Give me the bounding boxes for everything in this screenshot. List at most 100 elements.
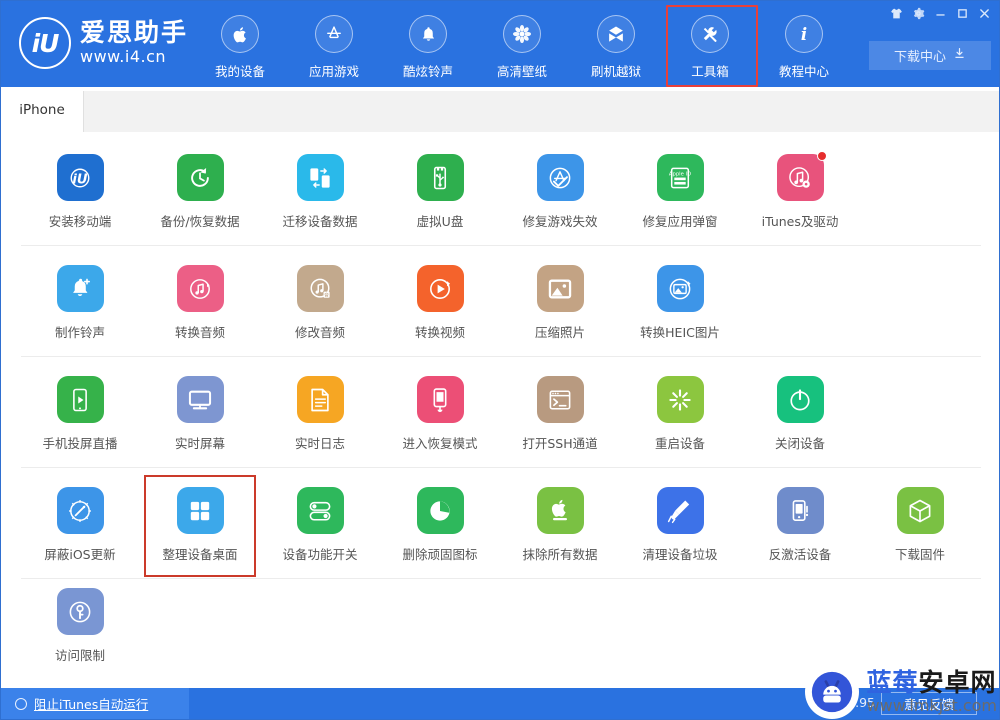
heic-convert-icon	[656, 265, 704, 312]
tool-label: 屏蔽iOS更新	[44, 547, 116, 562]
nav-item-label: 酷炫铃声	[402, 64, 453, 79]
svg-text:Apple ID: Apple ID	[669, 171, 691, 177]
settings-gear-icon[interactable]	[907, 3, 929, 23]
info-icon: i	[785, 15, 823, 53]
itunes-gear-icon	[776, 151, 827, 201]
brand-logo-mark: iU	[31, 28, 60, 58]
nav-item-4[interactable]: 刷机越狱	[569, 11, 663, 81]
brand-logo-icon: iU	[19, 17, 71, 69]
block-itunes-toggle[interactable]: 阻止iTunes自动运行	[1, 688, 189, 719]
svg-text:i: i	[801, 25, 807, 44]
nav-item-5[interactable]: 工具箱	[663, 5, 758, 87]
feedback-label: 意见反馈	[903, 697, 954, 712]
tool-label: 实时日志	[294, 436, 345, 451]
firmware-box-icon	[896, 487, 944, 534]
tool-label: 实时屏幕	[174, 436, 225, 451]
nav-item-1[interactable]: 应用游戏	[287, 11, 381, 81]
tool-label: 制作铃声	[54, 325, 105, 340]
download-center-button[interactable]: 下载中心	[869, 41, 991, 70]
tool-cell[interactable]: 修复游戏失效	[510, 154, 610, 246]
tool-label: 迁移设备数据	[282, 214, 358, 229]
nav-item-6[interactable]: i 教程中心	[757, 11, 851, 81]
log-doc-icon	[296, 376, 344, 423]
tool-label: 修复应用弹窗	[642, 214, 718, 229]
tool-label: 压缩照片	[534, 325, 585, 340]
nav-item-label: 工具箱	[691, 64, 729, 79]
window-controls	[885, 3, 995, 23]
nav-item-label: 应用游戏	[308, 64, 359, 79]
tool-cell[interactable]: Apple ID 修复应用弹窗	[630, 154, 730, 246]
bell-icon	[409, 15, 447, 53]
iu-app-icon: iU	[56, 154, 104, 201]
tool-cell[interactable]: 抹除所有数据	[510, 487, 610, 579]
tool-cell[interactable]: 转换视频	[390, 265, 490, 357]
backup-clock-icon	[176, 154, 224, 201]
toolbox-grid: iU 安装移动端 备份/恢复数据 迁移设备数据 虚拟U盘 修复游戏失效 Apple ID 修复…	[1, 132, 999, 690]
tool-cell[interactable]: 访问限制	[30, 588, 130, 680]
tool-cell[interactable]: 打开SSH通道	[510, 376, 610, 468]
tool-label: 下载固件	[894, 547, 945, 562]
minimize-icon[interactable]	[929, 3, 951, 23]
nav-item-2[interactable]: 酷炫铃声	[381, 11, 475, 81]
tool-cell[interactable]: 备份/恢复数据	[150, 154, 250, 246]
recovery-phone-icon	[416, 376, 464, 423]
bell-plus-icon	[56, 265, 104, 312]
tool-cell[interactable]: 关闭设备	[750, 376, 850, 468]
tool-cell[interactable]: 制作铃声	[30, 265, 130, 357]
download-icon	[953, 47, 966, 64]
grid-tiles-icon	[176, 487, 224, 534]
tool-cell[interactable]: 音修改音频	[270, 265, 370, 357]
download-center-label: 下载中心	[893, 50, 946, 65]
tool-cell[interactable]: 删除顽固图标	[390, 487, 490, 579]
pie-clock-icon	[416, 487, 464, 534]
tool-label: 修复游戏失效	[522, 214, 598, 229]
usb-drive-icon	[416, 154, 464, 201]
audio-convert-icon	[176, 265, 224, 312]
tool-cell[interactable]: iTunes及驱动	[750, 151, 850, 246]
i4-assistant-window: iU 爱思助手 www.i4.cn 我的设备 应用游戏 酷炫铃声 高清壁纸 刷机越狱 工具…	[0, 0, 1000, 720]
skin-icon[interactable]	[885, 3, 907, 23]
feedback-button[interactable]: 意见反馈	[881, 692, 977, 715]
tool-cell[interactable]: 反激活设备	[750, 487, 850, 579]
tool-label: 反激活设备	[768, 547, 832, 562]
nav-item-3[interactable]: 高清壁纸	[475, 11, 569, 81]
tool-cell[interactable]: 屏蔽iOS更新	[30, 487, 130, 579]
tool-cell[interactable]: 整理设备桌面	[150, 487, 250, 579]
radio-icon	[15, 697, 27, 710]
tool-label: 手机投屏直播	[42, 436, 118, 451]
tool-label: 打开SSH通道	[522, 436, 598, 451]
status-bar: 阻止iTunes自动运行 V7.95 意见反馈	[1, 688, 999, 719]
close-icon[interactable]	[973, 3, 995, 23]
tool-cell[interactable]: iU 安装移动端	[30, 154, 130, 246]
tab-iphone[interactable]: iPhone	[1, 87, 83, 132]
app-header: iU 爱思助手 www.i4.cn 我的设备 应用游戏 酷炫铃声 高清壁纸 刷机越狱 工具…	[1, 1, 999, 87]
screen-cast-icon	[56, 376, 104, 423]
tool-cell[interactable]: 手机投屏直播	[30, 376, 130, 468]
device-tabstrip: iPhone	[1, 87, 999, 132]
tool-label: 转换音频	[174, 325, 225, 340]
ssh-terminal-icon	[536, 376, 584, 423]
appstore-icon	[315, 15, 353, 53]
tool-label: 转换HEIC图片	[640, 325, 720, 340]
tool-cell[interactable]: 迁移设备数据	[270, 154, 370, 246]
tool-cell[interactable]: 实时日志	[270, 376, 370, 468]
maximize-icon[interactable]	[951, 3, 973, 23]
main-nav: 我的设备 应用游戏 酷炫铃声 高清壁纸 刷机越狱 工具箱 i 教程中心	[193, 5, 851, 87]
tool-cell[interactable]: 进入恢复模式	[390, 376, 490, 468]
tool-cell[interactable]: 转换HEIC图片	[630, 265, 730, 357]
tab-iphone-label: iPhone	[19, 101, 65, 118]
tool-cell[interactable]: 虚拟U盘	[390, 154, 490, 246]
tool-cell[interactable]: 转换音频	[150, 265, 250, 357]
tool-label: 关闭设备	[774, 436, 825, 451]
tool-cell[interactable]: 清理设备垃圾	[630, 487, 730, 579]
wrench-icon	[691, 15, 729, 53]
tabstrip-background	[83, 91, 999, 132]
tool-cell[interactable]: 设备功能开关	[270, 487, 370, 579]
tool-cell[interactable]: 压缩照片	[510, 265, 610, 357]
power-off-icon	[776, 376, 824, 423]
brand: iU 爱思助手 www.i4.cn	[19, 17, 188, 69]
tool-cell[interactable]: 实时屏幕	[150, 376, 250, 468]
nav-item-0[interactable]: 我的设备	[193, 11, 287, 81]
tool-cell[interactable]: 下载固件	[870, 487, 970, 579]
tool-cell[interactable]: 重启设备	[630, 376, 730, 468]
